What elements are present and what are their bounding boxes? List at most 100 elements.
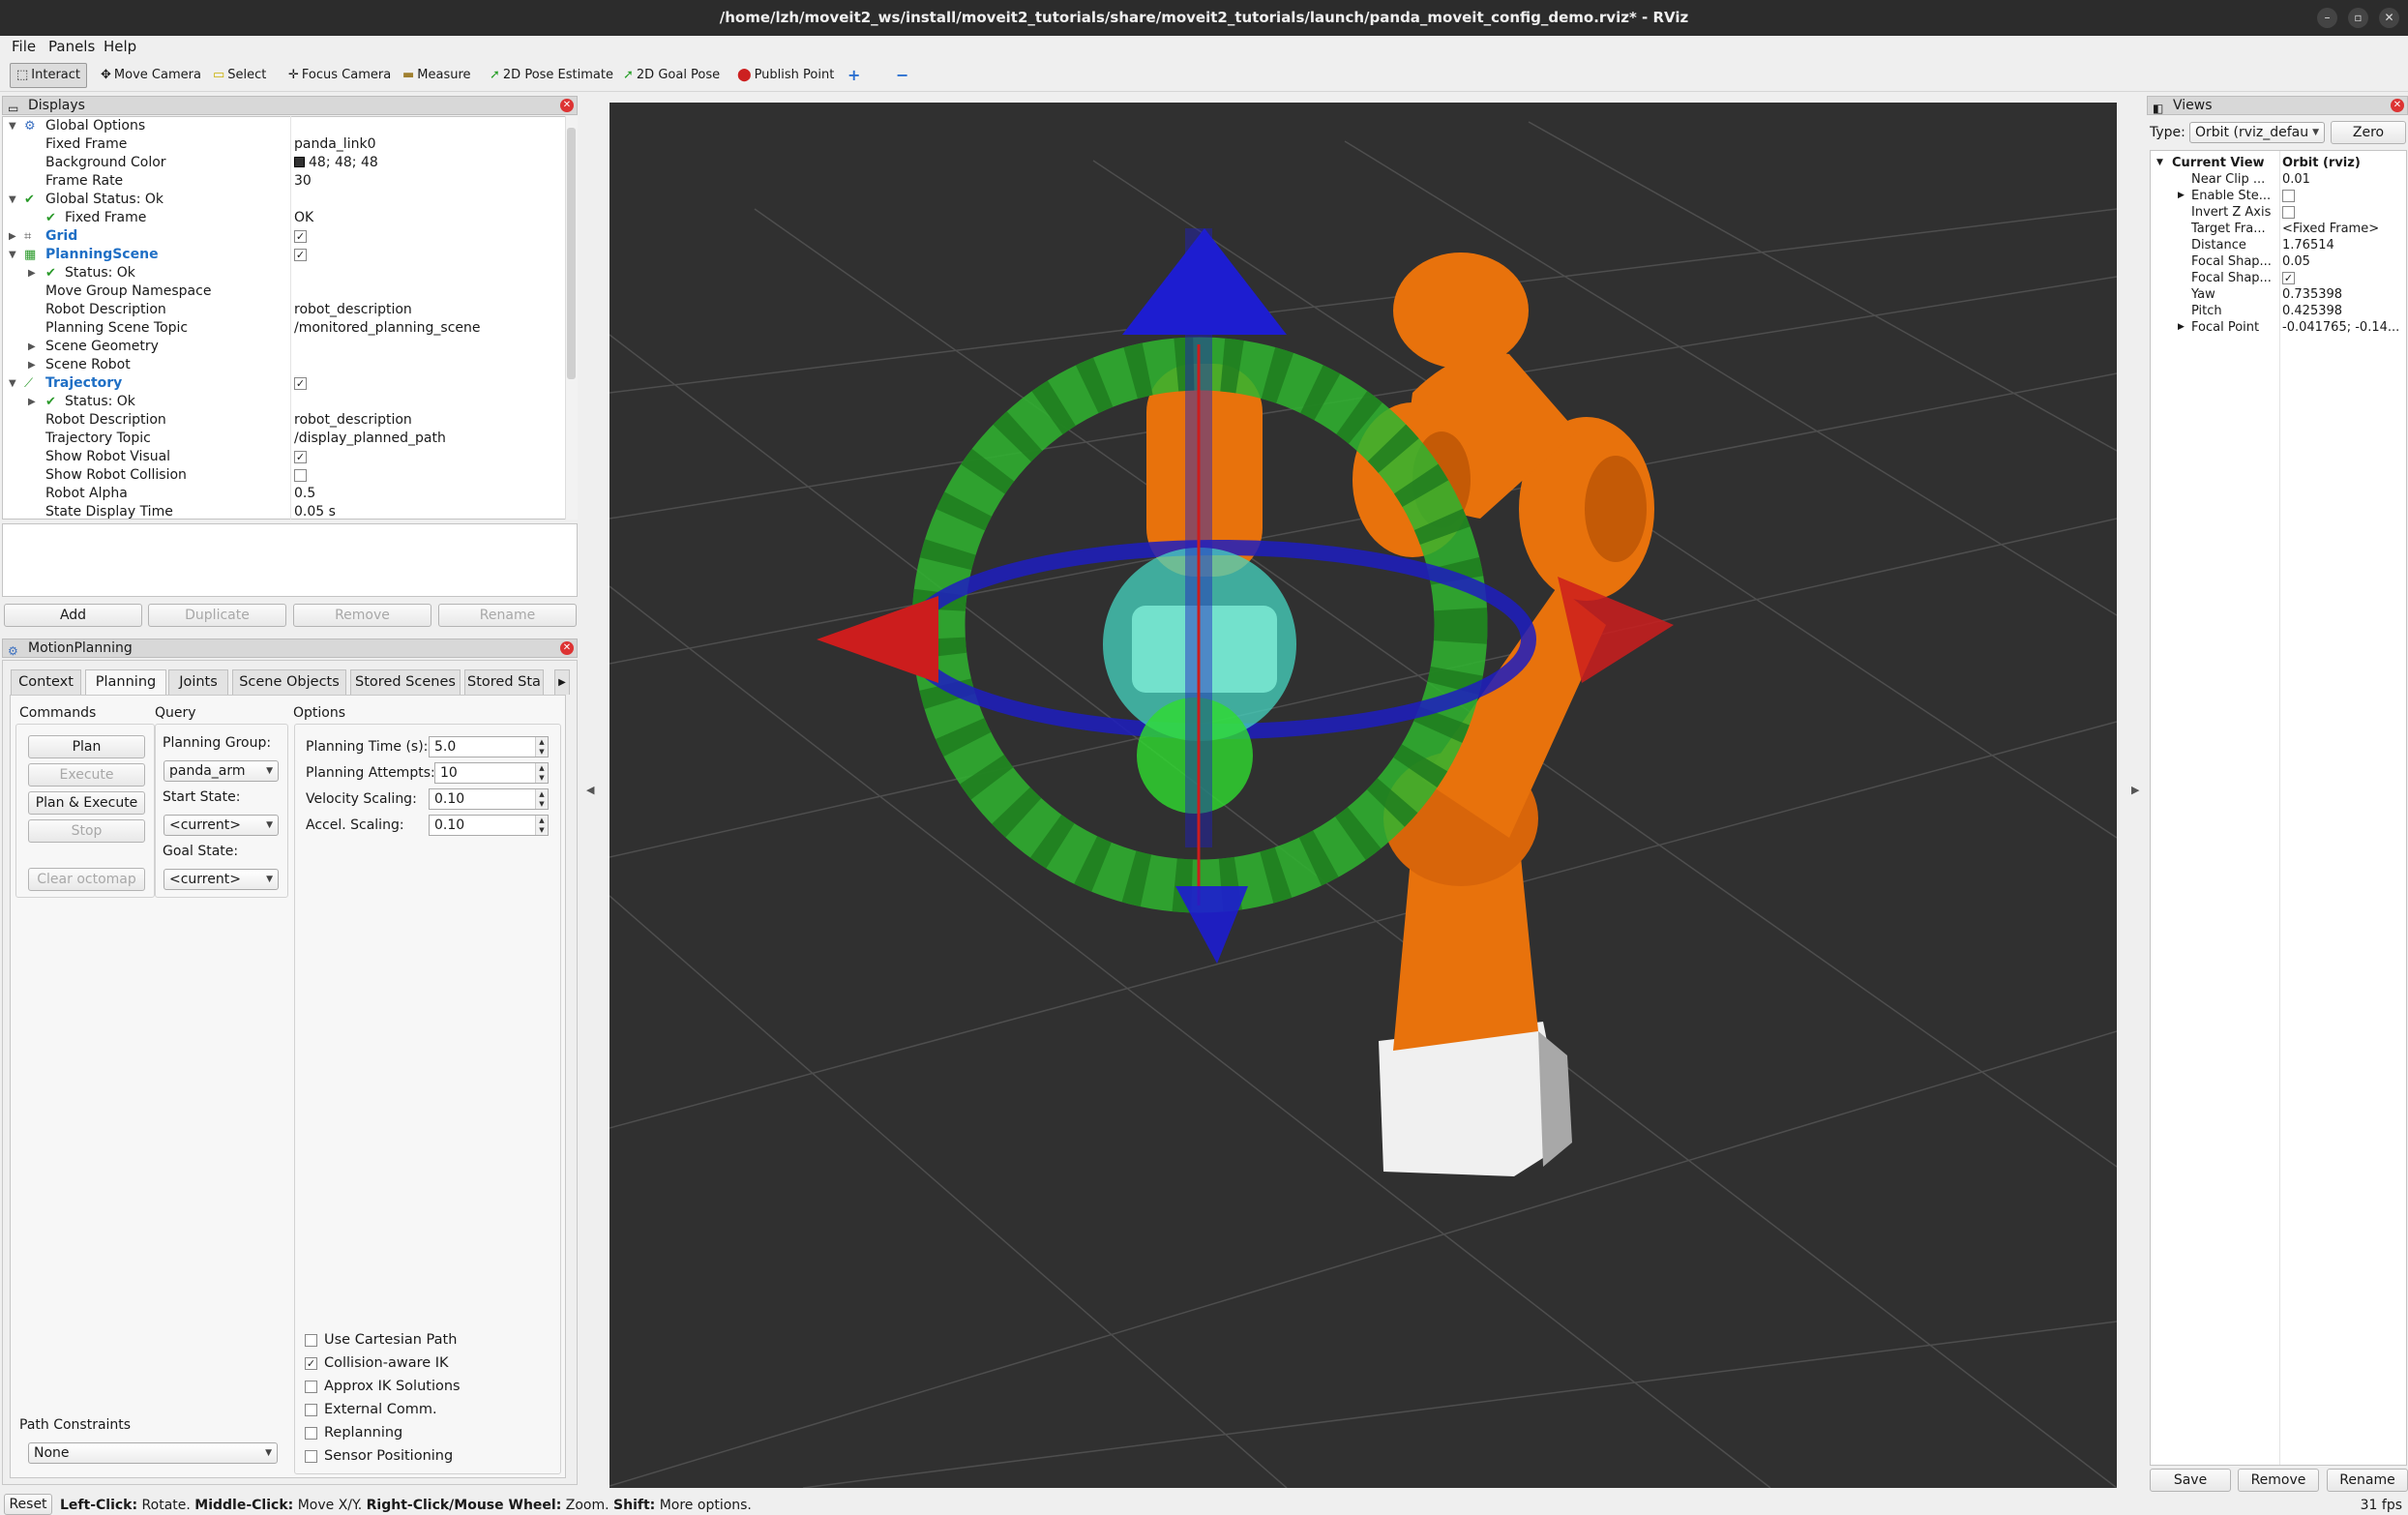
accel-scaling-input[interactable]: 0.10 ▲ ▼ xyxy=(429,815,549,836)
tree-row[interactable]: Robot Description robot_description xyxy=(3,411,564,430)
tree-row[interactable]: Frame Rate 30 xyxy=(3,172,564,191)
3d-viewport[interactable] xyxy=(609,103,2117,1488)
rename-view-button[interactable]: Rename xyxy=(2327,1469,2408,1492)
show-robot-visual-checkbox[interactable]: ✓ xyxy=(294,450,307,463)
arrow-z-down[interactable] xyxy=(1175,886,1248,964)
spin-arrows-icon[interactable]: ▲ ▼ xyxy=(535,763,548,783)
tab-planning[interactable]: Planning xyxy=(85,669,166,696)
replanning-option[interactable]: Replanning xyxy=(305,1425,402,1441)
tool-interact[interactable]: ⬚ Interact xyxy=(10,63,88,88)
sensor-positioning-checkbox[interactable] xyxy=(305,1449,317,1463)
chevron-right-icon[interactable]: ▶ xyxy=(2178,319,2185,336)
tree-row[interactable]: Robot Alpha 0.5 xyxy=(3,485,564,503)
replanning-checkbox[interactable] xyxy=(305,1426,317,1440)
tree-row[interactable]: ✔ Fixed Frame OK xyxy=(3,209,564,227)
invert-z-checkbox[interactable] xyxy=(2282,206,2295,219)
tree-row[interactable]: Planning Scene Topic/monitored_planning_… xyxy=(3,319,564,338)
collapse-right-icon[interactable]: ▶ xyxy=(2131,784,2139,796)
chevron-right-icon[interactable]: ▶ xyxy=(28,393,36,411)
planning-attempts-input[interactable]: 10 ▲ ▼ xyxy=(434,762,549,784)
arrow-x-left[interactable] xyxy=(817,596,938,683)
tree-row[interactable]: Trajectory Topic/display_planned_path xyxy=(3,430,564,448)
tool-publish-point[interactable]: ⬤ Publish Point xyxy=(731,63,840,88)
chevron-right-icon[interactable]: ▶ xyxy=(28,264,36,282)
collision-aware-ik-option[interactable]: ✓ Collision-aware IK xyxy=(305,1355,449,1371)
tool-measure[interactable]: ▬ Measure xyxy=(397,63,477,88)
approx-ik-checkbox[interactable] xyxy=(305,1380,317,1393)
tab-stored-scenes[interactable]: Stored Scenes xyxy=(350,669,461,695)
tree-row[interactable]: Fixed Frame panda_link0 xyxy=(3,135,564,154)
close-icon[interactable]: ✕ xyxy=(2379,8,2399,28)
focal-shape-checkbox[interactable]: ✓ xyxy=(2282,272,2295,284)
show-robot-collision-checkbox[interactable] xyxy=(294,468,307,482)
tool-focus-camera[interactable]: ✛ Focus Camera xyxy=(282,63,397,88)
stop-button[interactable]: Stop xyxy=(28,819,145,843)
planning-group-select[interactable]: panda_arm ▼ xyxy=(164,760,279,782)
tree-row[interactable]: ▶ ✔ Status: Ok xyxy=(3,393,564,411)
tree-row[interactable]: State Display Time 0.05 s xyxy=(3,503,564,519)
maximize-icon[interactable]: ▫ xyxy=(2348,8,2368,28)
spin-arrows-icon[interactable]: ▲ ▼ xyxy=(535,737,548,757)
chevron-down-icon[interactable]: ▼ xyxy=(9,246,16,264)
chevron-right-icon[interactable]: ▶ xyxy=(28,356,36,374)
chevron-right-icon[interactable]: ▶ xyxy=(9,227,16,246)
grid-checkbox[interactable]: ✓ xyxy=(294,229,307,243)
scene-render[interactable] xyxy=(609,103,2117,1488)
approx-ik-option[interactable]: Approx IK Solutions xyxy=(305,1379,461,1394)
tree-row[interactable]: Move Group Namespace xyxy=(3,282,564,301)
tree-row[interactable]: Robot Description robot_description xyxy=(3,301,564,319)
use-cartesian-path-option[interactable]: Use Cartesian Path xyxy=(305,1332,457,1348)
tab-scroll-right-icon[interactable]: ▶ xyxy=(554,669,570,695)
add-tool-plus-icon[interactable]: + xyxy=(842,63,866,88)
rename-display-button[interactable]: Rename xyxy=(438,604,577,627)
tool-2d-goal-pose[interactable]: ➚ 2D Goal Pose xyxy=(617,63,726,88)
path-constraints-select[interactable]: None ▼ xyxy=(28,1442,278,1464)
plan-execute-button[interactable]: Plan & Execute xyxy=(28,791,145,815)
external-comm-option[interactable]: External Comm. xyxy=(305,1402,437,1417)
spin-arrows-icon[interactable]: ▲ ▼ xyxy=(535,789,548,809)
reset-button[interactable]: Reset xyxy=(4,1494,52,1515)
add-display-button[interactable]: Add xyxy=(4,604,142,627)
close-icon[interactable]: ✕ xyxy=(560,99,574,112)
tree-row[interactable]: ▶ ⌗ Grid ✓ xyxy=(3,227,564,246)
tab-scene-objects[interactable]: Scene Objects xyxy=(232,669,346,695)
remove-tool-minus-icon[interactable]: − xyxy=(890,63,914,88)
menu-help[interactable]: Help xyxy=(104,38,136,55)
collapse-left-icon[interactable]: ◀ xyxy=(586,784,594,796)
tree-row[interactable]: Show Robot Collision xyxy=(3,466,564,485)
planning-time-input[interactable]: 5.0 ▲ ▼ xyxy=(429,736,549,758)
arrow-z-up[interactable] xyxy=(1122,228,1287,335)
tool-select[interactable]: ▭ Select xyxy=(207,63,272,88)
execute-button[interactable]: Execute xyxy=(28,763,145,787)
clear-octomap-button[interactable]: Clear octomap xyxy=(28,868,145,891)
tree-row[interactable]: ▶ ✔ Status: Ok xyxy=(3,264,564,282)
start-state-select[interactable]: <current> ▼ xyxy=(164,815,279,836)
goal-state-select[interactable]: <current> ▼ xyxy=(164,869,279,890)
scrollbar-thumb[interactable] xyxy=(567,128,576,379)
external-comm-checkbox[interactable] xyxy=(305,1403,317,1416)
remove-display-button[interactable]: Remove xyxy=(293,604,431,627)
menu-panels[interactable]: Panels xyxy=(48,38,95,55)
interactive-marker[interactable] xyxy=(817,228,1674,964)
minimize-icon[interactable]: – xyxy=(2317,8,2337,28)
color-swatch[interactable] xyxy=(294,157,305,167)
chevron-right-icon[interactable]: ▶ xyxy=(2178,188,2185,204)
tool-2d-pose-estimate[interactable]: ➚ 2D Pose Estimate xyxy=(484,63,619,88)
menu-file[interactable]: File xyxy=(12,38,36,55)
tab-context[interactable]: Context xyxy=(11,669,81,695)
spin-arrows-icon[interactable]: ▲ ▼ xyxy=(535,816,548,835)
tree-row[interactable]: ▶ Scene Robot xyxy=(3,356,564,374)
tree-row[interactable]: ▼ ▦ PlanningScene ✓ xyxy=(3,246,564,264)
chevron-down-icon[interactable]: ▼ xyxy=(9,191,16,209)
close-icon[interactable]: ✕ xyxy=(560,641,574,655)
trajectory-checkbox[interactable]: ✓ xyxy=(294,376,307,390)
tree-row[interactable]: ▼ ⚙ Global Options xyxy=(3,117,564,135)
collision-aware-ik-checkbox[interactable]: ✓ xyxy=(305,1356,317,1370)
remove-view-button[interactable]: Remove xyxy=(2238,1469,2319,1492)
save-view-button[interactable]: Save xyxy=(2150,1469,2231,1492)
close-icon[interactable]: ✕ xyxy=(2391,99,2404,112)
plan-button[interactable]: Plan xyxy=(28,735,145,758)
tree-row[interactable]: Show Robot Visual ✓ xyxy=(3,448,564,466)
velocity-scaling-input[interactable]: 0.10 ▲ ▼ xyxy=(429,788,549,810)
chevron-down-icon[interactable]: ▼ xyxy=(2156,155,2163,171)
